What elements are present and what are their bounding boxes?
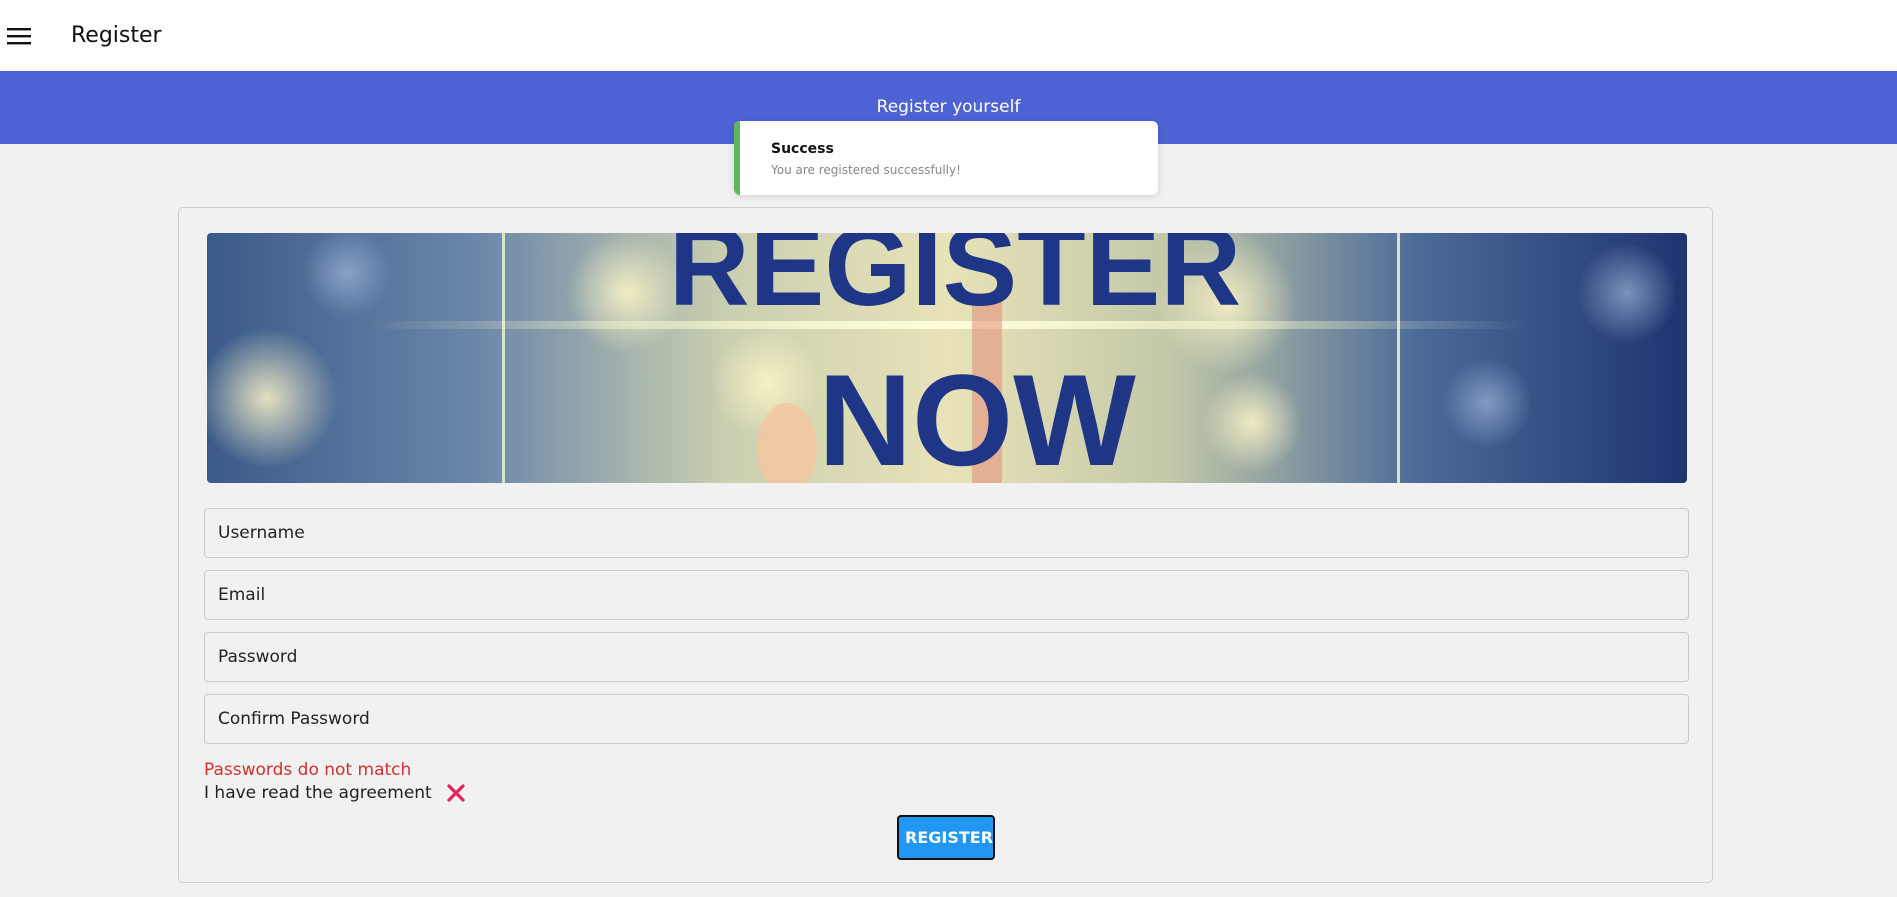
success-toast[interactable]: Success You are registered successfully! <box>734 121 1158 195</box>
agreement-row: I have read the agreement <box>204 783 466 803</box>
banner-text-now: NOW <box>818 347 1136 483</box>
toast-title: Success <box>771 141 834 157</box>
banner-text-register: REGISTER <box>669 233 1242 329</box>
agreement-label: I have read the agreement <box>204 783 432 803</box>
register-banner-image: REGISTER NOW <box>207 233 1687 483</box>
register-card: REGISTER NOW Passwords do not match I ha… <box>178 207 1713 883</box>
close-x-icon[interactable] <box>446 783 466 803</box>
toast-accent-bar <box>734 121 740 195</box>
header-subtitle: Register yourself <box>876 97 1021 117</box>
password-input[interactable] <box>204 632 1689 682</box>
register-button[interactable]: REGISTER <box>897 815 995 860</box>
confirm-password-input[interactable] <box>204 694 1689 744</box>
page-title: Register <box>71 23 162 48</box>
toast-message: You are registered successfully! <box>771 163 961 177</box>
email-input[interactable] <box>204 570 1689 620</box>
hamburger-menu-icon[interactable] <box>0 17 38 55</box>
top-app-bar: Register <box>0 0 1897 71</box>
username-input[interactable] <box>204 508 1689 558</box>
password-mismatch-error: Passwords do not match <box>204 760 412 780</box>
